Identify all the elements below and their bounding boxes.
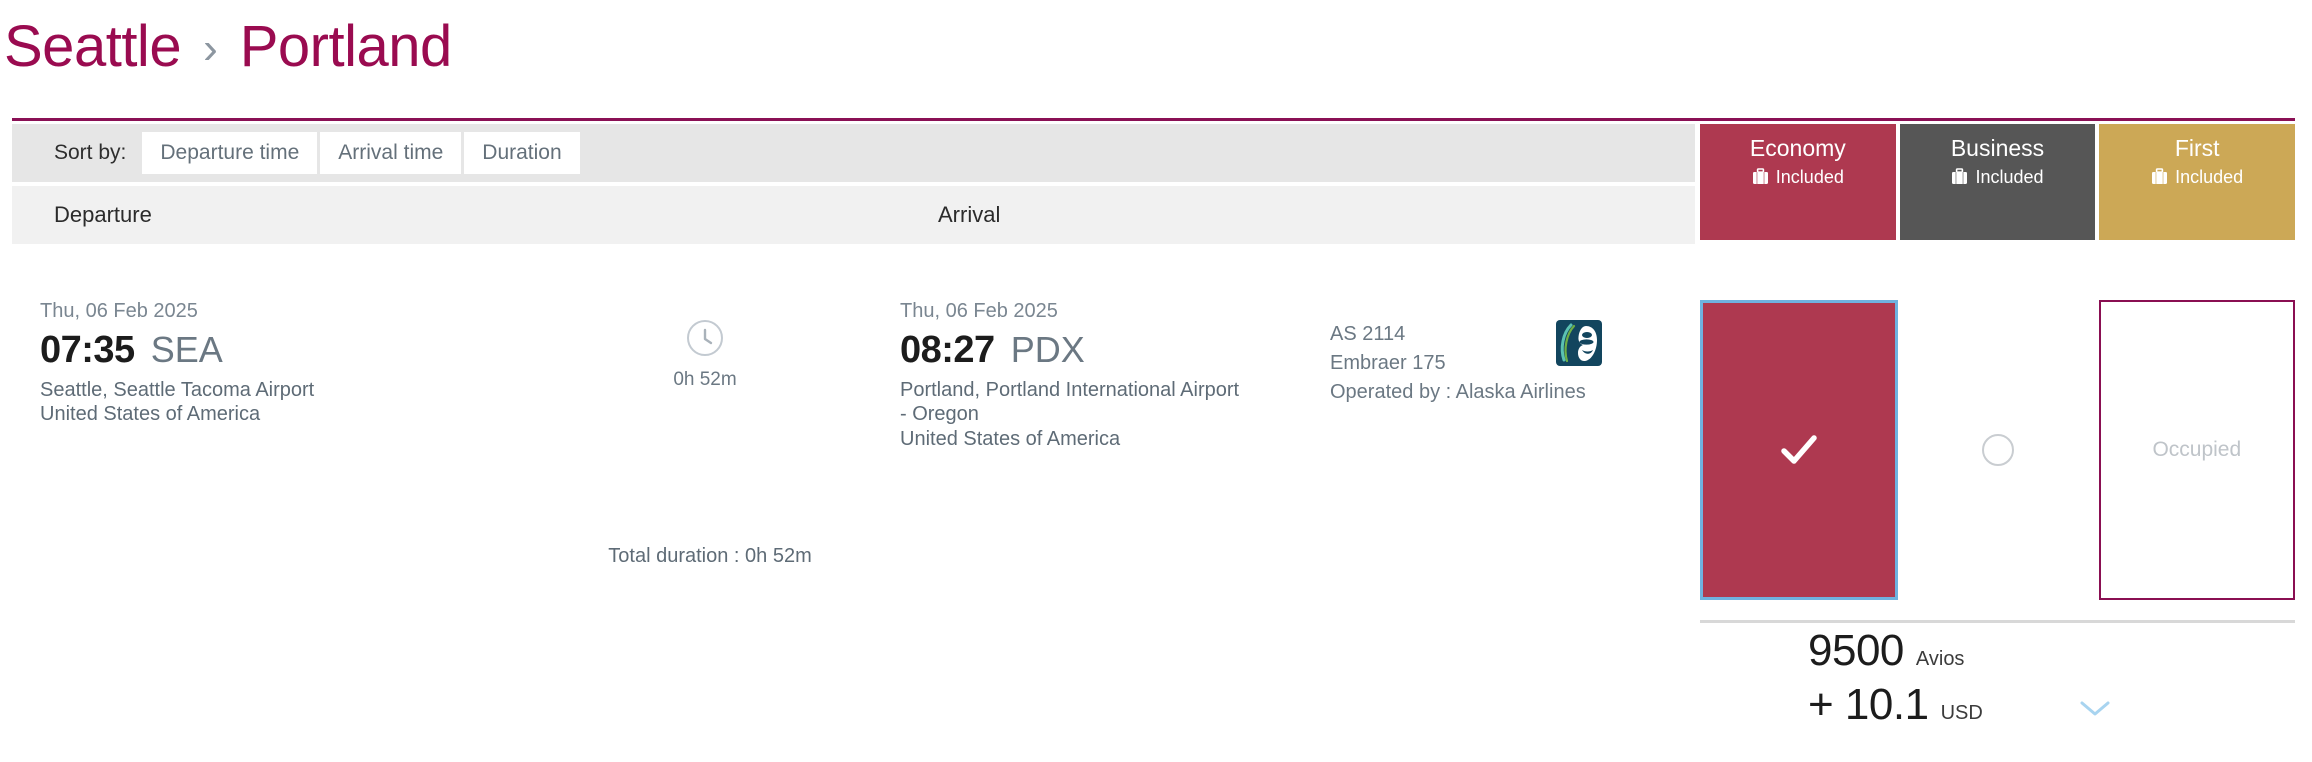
- cabin-header-first: First Included: [2099, 124, 2296, 240]
- cabin-baggage-first: Included: [2099, 167, 2295, 188]
- cabin-baggage-label-first: Included: [2175, 166, 2244, 187]
- origin-city: Seattle: [4, 14, 182, 79]
- destination-city: Portland: [239, 14, 453, 79]
- cabin-name-first: First: [2174, 135, 2220, 161]
- arrival-date: Thu, 06 Feb 2025: [900, 300, 1058, 322]
- route-title: Seattle › Portland: [0, 0, 2312, 92]
- sort-button-group: Departure time Arrival time Duration: [142, 132, 580, 174]
- cash-unit: USD: [1940, 702, 1983, 724]
- cabin-name-economy: Economy: [1749, 135, 1846, 161]
- flight-results-page: Seattle › Portland Sort by: Departure ti…: [0, 0, 2312, 762]
- departure-time-line: 07:35 SEA: [40, 329, 314, 372]
- column-header-departure: Departure: [54, 202, 152, 227]
- cabin-name-business: Business: [1950, 135, 2045, 161]
- departure-date: Thu, 06 Feb 2025: [40, 300, 198, 322]
- cabin-header-business: Business Included: [1899, 124, 2096, 240]
- aircraft-type: Embraer 175: [1330, 352, 1446, 374]
- cabin-cell-economy[interactable]: [1700, 300, 1899, 600]
- points-value: 9500: [1808, 626, 1904, 675]
- flight-number: AS 2114: [1330, 323, 1406, 345]
- arrival-country: United States of America: [900, 427, 1121, 450]
- price-area: 9500 Avios + 10.1 USD: [1700, 626, 2295, 756]
- arrival-block: Thu, 06 Feb 2025 08:27 PDX Portland, Por…: [900, 300, 1240, 451]
- leg-duration-block: 0h 52m: [620, 318, 790, 391]
- column-header-arrival: Arrival: [938, 202, 1001, 227]
- occupied-label: Occupied: [2152, 438, 2242, 461]
- cash-price-line: + 10.1 USD: [1700, 680, 2295, 730]
- alaska-airlines-logo-icon: [1556, 320, 1602, 366]
- cabin-baggage-label-business: Included: [1975, 166, 2044, 187]
- arrival-airport-name: Portland, Portland International Airport…: [900, 379, 1240, 426]
- clock-icon: [620, 318, 790, 363]
- points-price-line: 9500 Avios: [1700, 626, 2295, 676]
- column-headers: Departure Arrival: [12, 186, 1695, 244]
- sort-arrival-time-button[interactable]: Arrival time: [320, 132, 462, 174]
- sort-by-label: Sort by:: [54, 141, 127, 164]
- briefcase-icon: [1752, 168, 1769, 186]
- cabin-baggage-business: Included: [1900, 167, 2096, 188]
- chevron-right-icon: ›: [203, 24, 218, 73]
- sort-departure-time-button[interactable]: Departure time: [142, 132, 318, 174]
- briefcase-icon: [2151, 168, 2168, 186]
- cabin-baggage-label-economy: Included: [1775, 166, 1844, 187]
- chevron-down-icon[interactable]: [2078, 698, 2112, 718]
- points-unit: Avios: [1915, 648, 1965, 670]
- arrival-airport-code: PDX: [1010, 329, 1085, 370]
- cabin-cell-first: Occupied: [2098, 300, 2295, 600]
- check-icon: [1776, 427, 1822, 473]
- flight-info-block: AS 2114 Embraer 175 Operated by : Alaska…: [1330, 320, 1586, 407]
- radio-unselected-icon[interactable]: [1982, 434, 2015, 466]
- title-divider: [12, 118, 2295, 121]
- cells-divider: [1700, 620, 2295, 623]
- cabin-header-economy: Economy Included: [1700, 124, 1896, 240]
- departure-country: United States of America: [40, 403, 261, 426]
- total-duration-text: Total duration : 0h 52m: [608, 545, 812, 567]
- sort-duration-button[interactable]: Duration: [464, 132, 580, 174]
- leg-duration-text: 0h 52m: [673, 369, 737, 390]
- operated-by: Operated by : Alaska Airlines: [1330, 381, 1586, 403]
- departure-airport-code: SEA: [150, 329, 223, 370]
- cabin-cell-business[interactable]: [1902, 300, 2095, 600]
- cabin-selection-cells: Occupied: [1700, 300, 2295, 600]
- briefcase-icon: [1951, 168, 1968, 186]
- arrival-time-line: 08:27 PDX: [900, 329, 1240, 372]
- sort-bar: Sort by: Departure time Arrival time Dur…: [12, 124, 1695, 182]
- departure-time: 07:35: [40, 329, 135, 371]
- arrival-time: 08:27: [900, 329, 995, 371]
- cabin-baggage-economy: Included: [1700, 167, 1896, 188]
- cabin-class-headers: Economy Included Business Included First…: [1700, 124, 2296, 240]
- flight-row: Thu, 06 Feb 2025 07:35 SEA Seattle, Seat…: [0, 300, 1695, 620]
- cash-value: + 10.1: [1808, 680, 1929, 729]
- departure-airport-name: Seattle, Seattle Tacoma Airport: [40, 379, 315, 401]
- departure-block: Thu, 06 Feb 2025 07:35 SEA Seattle, Seat…: [40, 300, 314, 427]
